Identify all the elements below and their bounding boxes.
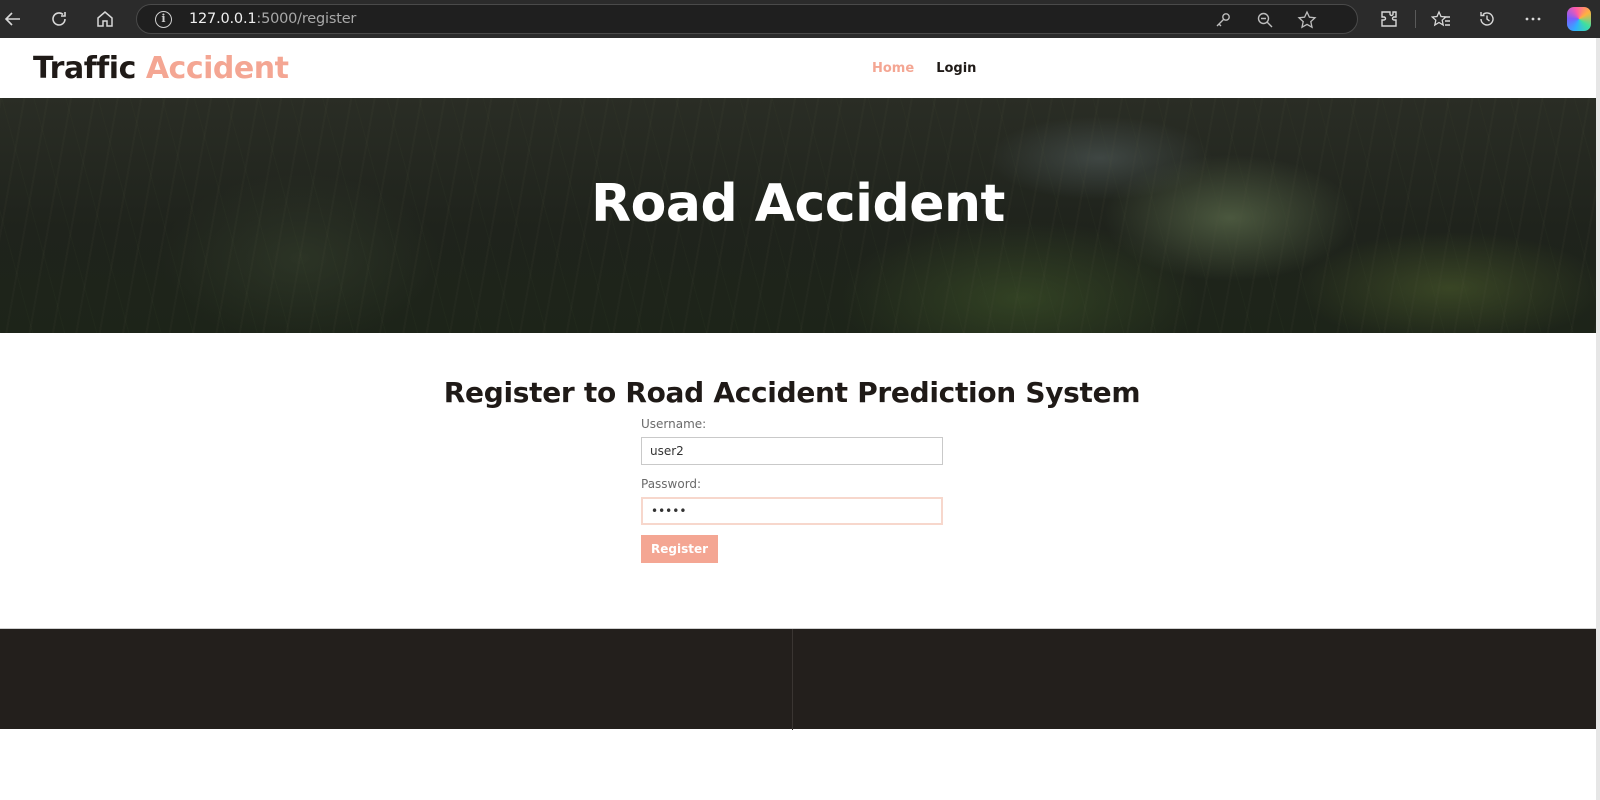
main-nav: Home Login: [872, 61, 976, 76]
logo-accent-text: Accident: [145, 51, 289, 86]
back-arrow-icon[interactable]: [0, 6, 26, 32]
hero-banner: Road Accident: [0, 98, 1596, 333]
site-footer: [0, 628, 1596, 730]
site-header: Traffic Accident Home Login: [0, 38, 1596, 98]
copilot-icon[interactable]: [1567, 7, 1591, 31]
url-host: 127.0.0.1: [189, 11, 257, 27]
hero-title: Road Accident: [591, 174, 1005, 234]
zoom-out-icon[interactable]: [1254, 9, 1276, 31]
logo-main-text: Traffic: [33, 51, 136, 86]
star-icon[interactable]: [1296, 9, 1318, 31]
url-text[interactable]: 127.0.0.1:5000/register: [189, 11, 356, 27]
page-scrollbar-edge: [1596, 38, 1600, 800]
nav-login-link[interactable]: Login: [936, 61, 976, 76]
username-input[interactable]: [641, 437, 943, 465]
extensions-icon[interactable]: [1376, 6, 1402, 32]
username-label: Username:: [641, 417, 707, 431]
password-label: Password:: [641, 477, 702, 491]
home-icon[interactable]: [92, 6, 118, 32]
browser-toolbar: i 127.0.0.1:5000/register: [0, 0, 1600, 38]
history-icon[interactable]: [1474, 6, 1500, 32]
key-icon[interactable]: [1212, 9, 1234, 31]
toolbar-separator: [1415, 10, 1416, 28]
register-form: Username: Password: Register: [641, 417, 943, 563]
address-bar[interactable]: i 127.0.0.1:5000/register: [136, 4, 1358, 34]
footer-divider: [792, 629, 793, 730]
password-input[interactable]: [641, 497, 943, 525]
url-path: :5000/register: [256, 11, 357, 27]
register-button[interactable]: Register: [641, 535, 719, 563]
favorites-icon[interactable]: [1428, 6, 1454, 32]
register-heading: Register to Road Accident Prediction Sys…: [443, 376, 1141, 409]
site-logo[interactable]: Traffic Accident: [33, 51, 289, 86]
more-menu-icon[interactable]: [1520, 6, 1546, 32]
site-info-icon[interactable]: i: [155, 11, 172, 28]
reload-icon[interactable]: [46, 6, 72, 32]
nav-home-link[interactable]: Home: [872, 61, 914, 76]
